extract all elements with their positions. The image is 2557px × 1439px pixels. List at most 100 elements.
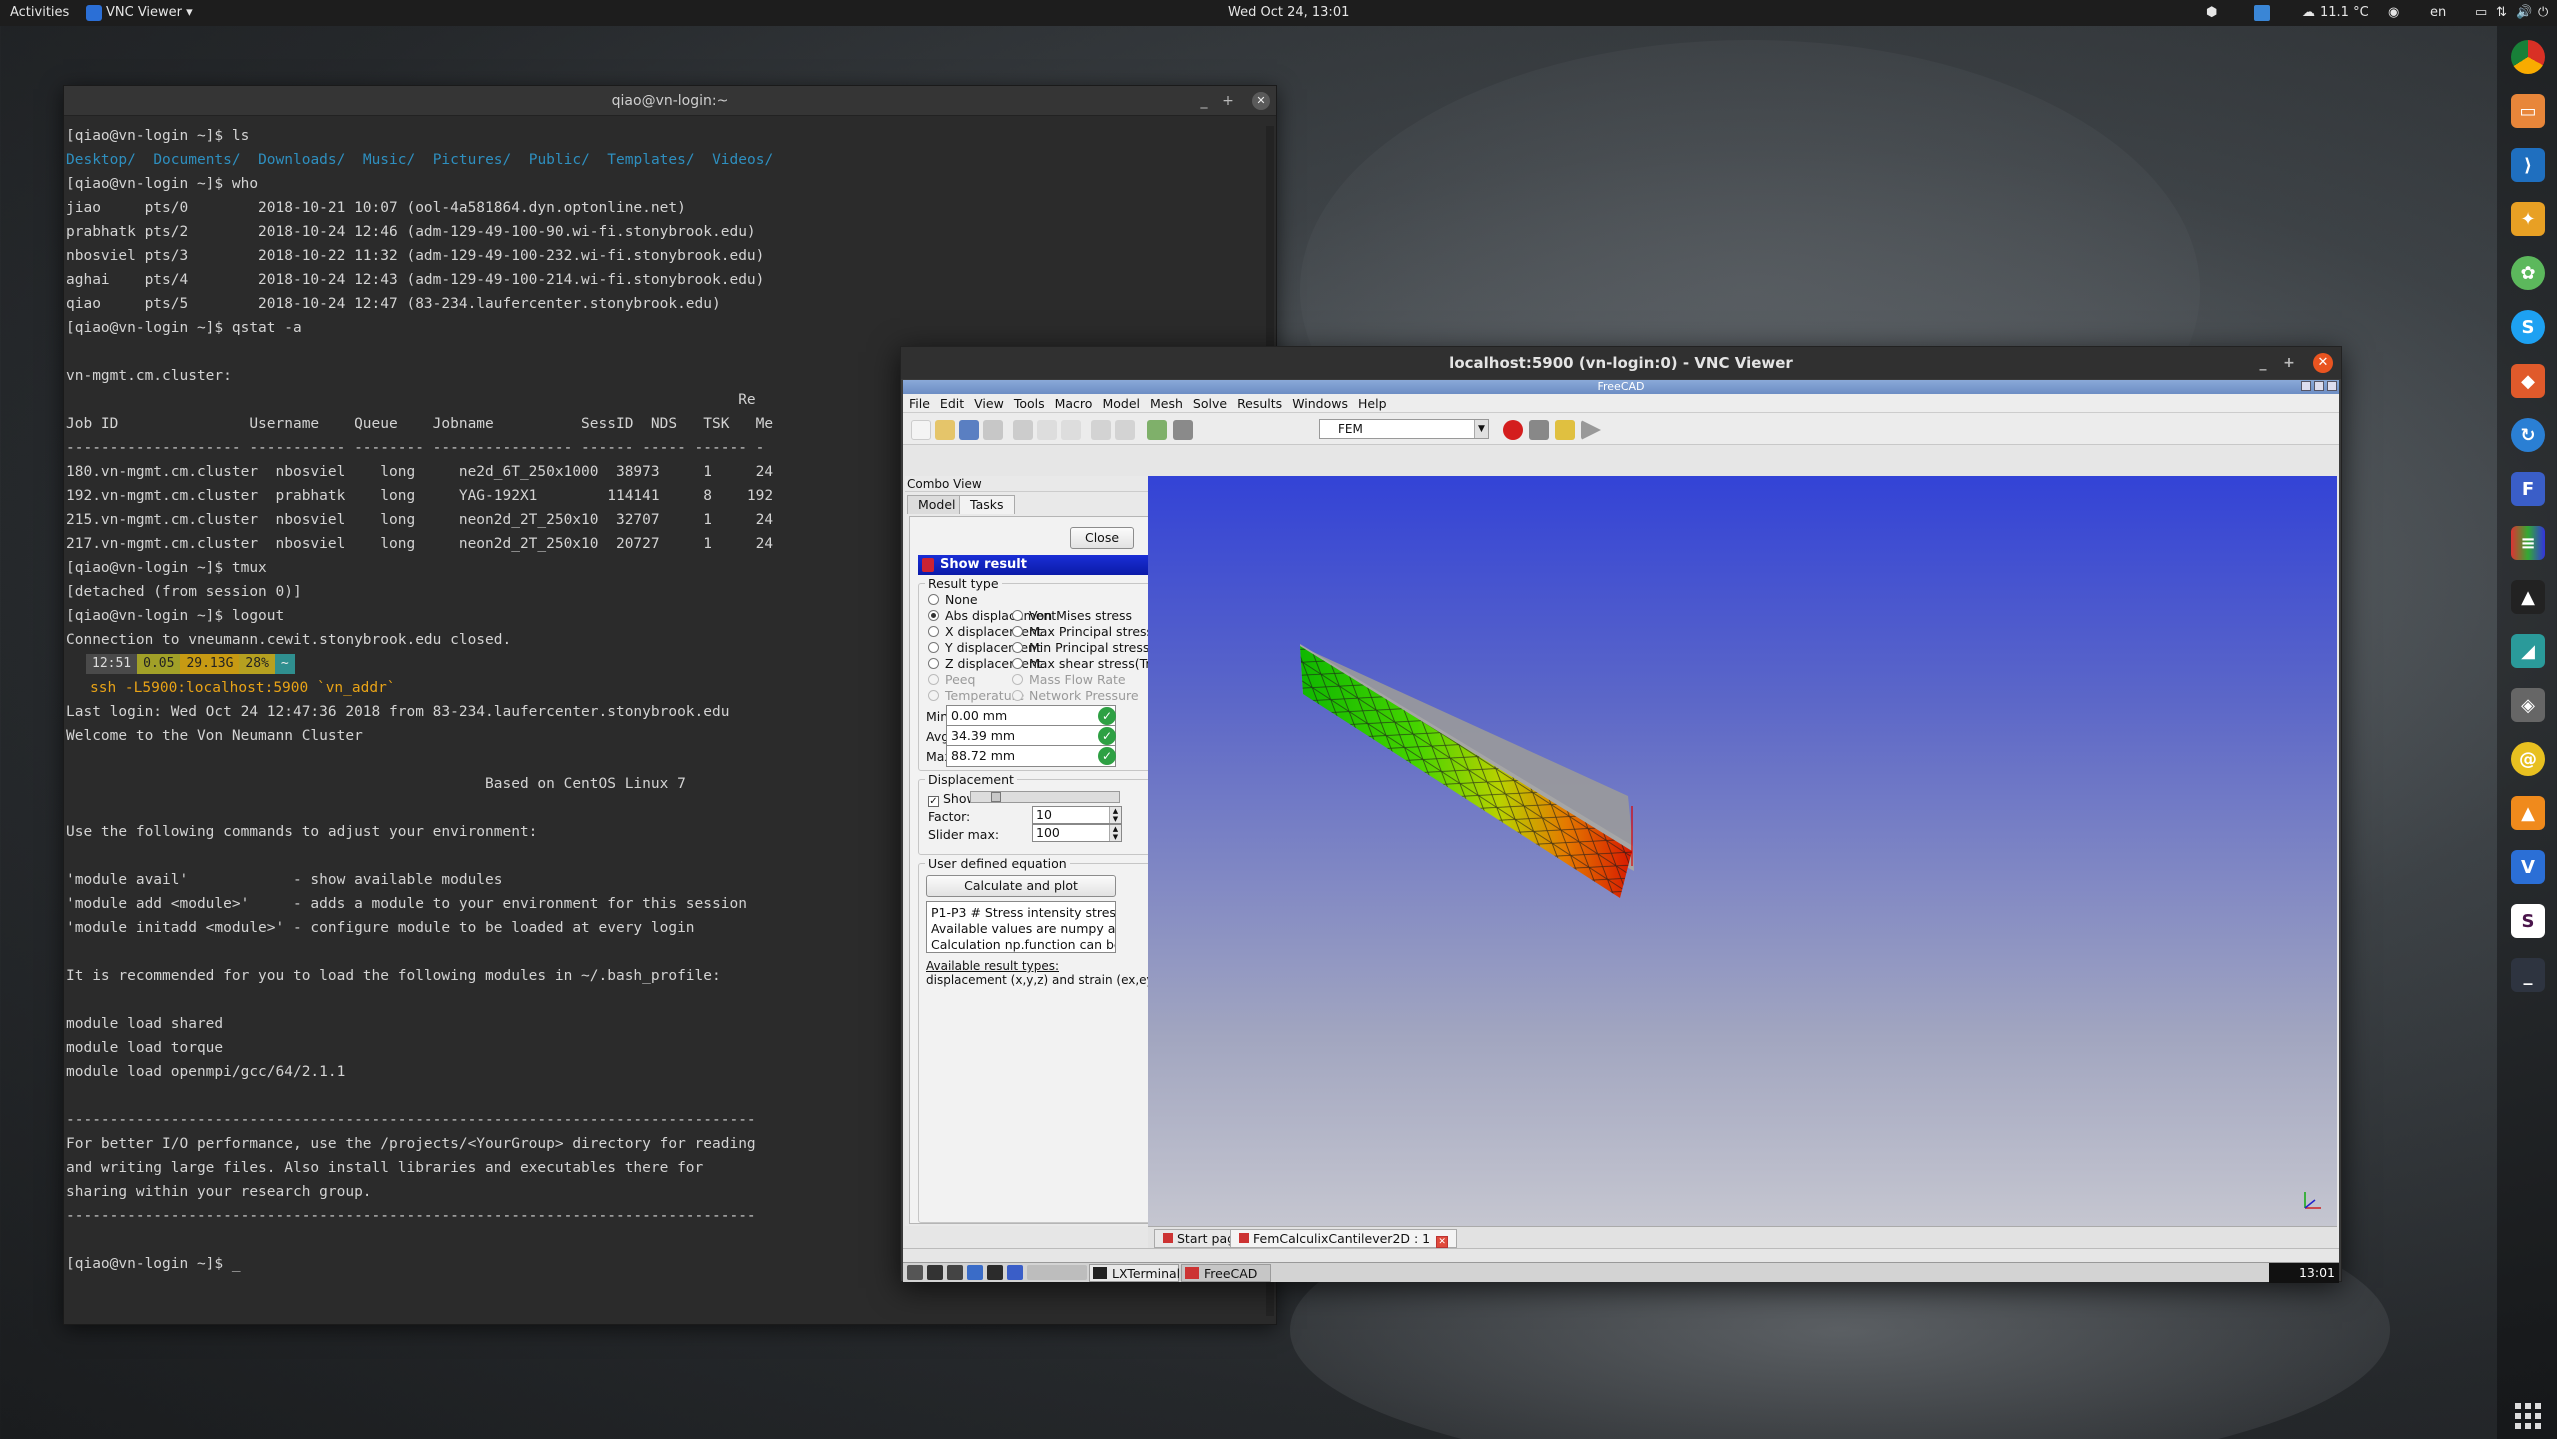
inkscape-icon[interactable]: ▲ [2511,580,2545,614]
tab-fem-document[interactable]: FemCalculixCantilever2D : 1 ✕ [1230,1229,1458,1248]
language-indicator[interactable]: en [2430,5,2446,20]
minimize-icon[interactable]: _ [2251,347,2275,379]
app-menu[interactable]: VNC Viewer ▾ [106,5,193,20]
save-icon[interactable] [959,420,979,440]
redo-icon[interactable] [1115,420,1135,440]
app-chart-icon[interactable]: ◢ [2511,634,2545,668]
close-icon[interactable] [2327,381,2337,391]
git-icon[interactable]: ◆ [2511,364,2545,398]
pager[interactable] [1027,1265,1087,1280]
copy-icon[interactable] [1037,420,1057,440]
undo-icon[interactable] [1091,420,1111,440]
menu-item-results[interactable]: Results [1237,396,1282,411]
menu-item-help[interactable]: Help [1358,396,1387,411]
menu-icon[interactable] [907,1265,923,1280]
vnc-tray-icon[interactable] [2254,5,2270,21]
whats-this-icon[interactable] [1173,420,1193,440]
thunderbird-icon[interactable]: ✦ [2511,202,2545,236]
min-field[interactable]: 0.00 mm [946,705,1116,727]
macro-play-icon[interactable] [1581,420,1601,440]
skype-icon[interactable]: S [2511,310,2545,344]
menu-item-model[interactable]: Model [1102,396,1140,411]
radio-temperature[interactable]: Temperature [928,689,1024,703]
save-as-icon[interactable] [983,420,1003,440]
app-blue-red-icon[interactable]: F [2511,472,2545,506]
menu-item-file[interactable]: File [909,396,930,411]
minimize-icon[interactable] [2301,381,2311,391]
calculate-plot-button[interactable]: Calculate and plot [926,875,1116,897]
app-stripes-icon[interactable]: ≡ [2511,526,2545,560]
close-button[interactable]: Close [1070,527,1134,549]
screen-icon[interactable]: ▭ [2475,5,2487,20]
close-icon[interactable]: ✕ [1252,92,1270,110]
terminal-icon[interactable] [947,1265,963,1280]
new-file-icon[interactable] [911,420,931,440]
refresh-icon[interactable] [1147,420,1167,440]
close-icon[interactable]: ✕ [2313,353,2333,373]
radio-network-pressure[interactable]: Network Pressure [1012,689,1139,703]
maximize-icon[interactable]: + [2277,347,2301,379]
show-apps-icon[interactable] [2515,1403,2541,1429]
vscode-icon[interactable]: ⟩ [2511,148,2545,182]
menu-item-mesh[interactable]: Mesh [1150,396,1183,411]
freecad-titlebar[interactable]: FreeCAD [903,380,2339,394]
macro-record-icon[interactable] [1503,420,1523,440]
max-field[interactable]: 88.72 mm [946,745,1116,767]
app-grey-icon[interactable]: ◈ [2511,688,2545,722]
vnc-viewer-icon[interactable]: V [2511,850,2545,884]
vlc-icon[interactable]: ▲ [2511,796,2545,830]
dropbox-icon[interactable]: ⬢ [2206,5,2217,20]
factor-spinbox[interactable]: 10 ▲ ▼ [1032,806,1122,824]
macro-stop-icon[interactable] [1529,420,1549,440]
slider-max-spinbox[interactable]: 100 ▲ ▼ [1032,824,1122,842]
open-file-icon[interactable] [935,420,955,440]
tab-model[interactable]: Model [907,495,967,514]
app-mail-icon[interactable]: @ [2511,742,2545,776]
paste-icon[interactable] [1061,420,1081,440]
menu-item-tools[interactable]: Tools [1014,396,1045,411]
volume-icon[interactable]: 🔊 [2516,5,2532,20]
close-tab-icon[interactable]: ✕ [1436,1236,1449,1248]
clock[interactable]: Wed Oct 24, 13:01 [1228,5,1349,20]
radio-mass-flow[interactable]: Mass Flow Rate [1012,673,1126,687]
freecad-launch-icon[interactable] [1007,1265,1023,1280]
tab-tasks[interactable]: Tasks [959,495,1015,514]
sync-icon[interactable]: ↻ [2511,418,2545,452]
slider-handle[interactable] [991,792,1001,802]
terminal-icon[interactable]: _ [2511,958,2545,992]
workbench-select[interactable]: FEM ▼ [1319,419,1489,439]
app-green-icon[interactable]: ✿ [2511,256,2545,290]
menu-item-edit[interactable]: Edit [940,396,964,411]
cut-icon[interactable] [1013,420,1033,440]
status-icon[interactable]: ◉ [2388,5,2399,20]
menu-item-view[interactable]: View [974,396,1004,411]
browser-icon[interactable] [967,1265,983,1280]
radio-none[interactable]: None [928,593,978,607]
menu-item-macro[interactable]: Macro [1055,396,1093,411]
3d-viewport[interactable] [1148,476,2337,1226]
task-lxterminal[interactable]: LXTerminal [1089,1264,1180,1282]
minimize-icon[interactable]: _ [1192,86,1216,116]
network-icon[interactable]: ⇅ [2496,5,2507,20]
equation-textarea[interactable]: P1-P3 # Stress intensity stress equation… [926,901,1116,953]
macro-edit-icon[interactable] [1555,420,1575,440]
terminal-titlebar[interactable]: qiao@vn-login:~ _ + ✕ [64,86,1276,116]
desktop-icon[interactable] [927,1265,943,1280]
menu-item-windows[interactable]: Windows [1292,396,1348,411]
vnc-titlebar[interactable]: localhost:5900 (vn-login:0) - VNC Viewer… [901,347,2341,379]
slack-icon[interactable]: S [2511,904,2545,938]
weather-icon[interactable]: ☁ [2302,5,2315,20]
task-freecad[interactable]: FreeCAD [1181,1264,1271,1282]
radio-max-principal[interactable]: Max Principal stress [1012,625,1153,639]
radio-peeq[interactable]: Peeq [928,673,975,687]
files-icon[interactable]: ▭ [2511,94,2545,128]
activities-button[interactable]: Activities [10,5,69,20]
radio-min-principal[interactable]: Min Principal stress [1012,641,1149,655]
menu-item-solve[interactable]: Solve [1193,396,1227,411]
avg-field[interactable]: 34.39 mm [946,725,1116,747]
files-icon[interactable] [987,1265,1003,1280]
maximize-icon[interactable]: + [1216,86,1240,116]
chrome-icon[interactable] [2511,40,2545,74]
weather-temp[interactable]: 11.1 °C [2320,5,2369,20]
radio-von-mises[interactable]: Von Mises stress [1012,609,1132,623]
